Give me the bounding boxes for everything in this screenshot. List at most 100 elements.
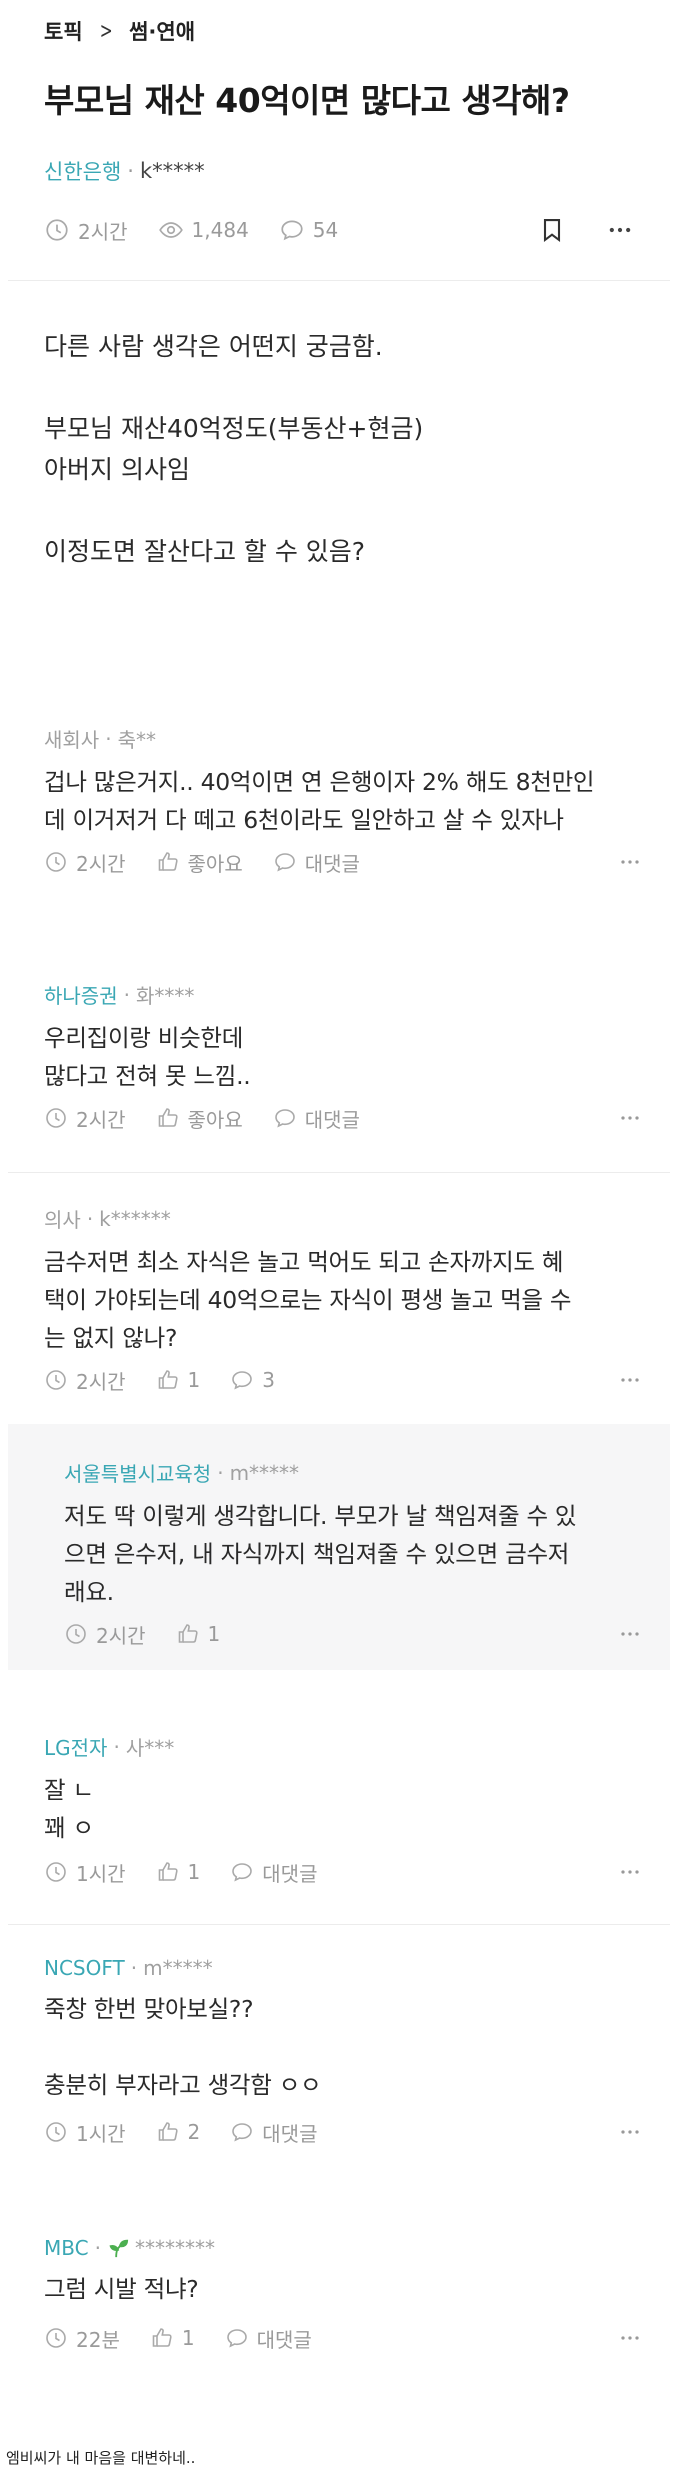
like-button[interactable]: 좋아요 <box>156 848 243 877</box>
like-label: 좋아요 <box>187 851 243 876</box>
speech-bubble-icon <box>281 220 303 241</box>
chevron-right-icon: > <box>99 18 113 44</box>
reply-label: 대댓글 <box>256 2327 312 2352</box>
reply-button[interactable]: 대댓글 <box>273 1104 360 1133</box>
comment-text-line: 는 없지 않나? <box>44 1324 178 1352</box>
clock-icon <box>46 219 68 241</box>
speech-bubble-icon <box>226 2329 247 2348</box>
like-button[interactable]: 1 <box>150 2326 195 2350</box>
comment-text: 금수저면 최소 자식은 놀고 먹어도 되고 손자까지도 혜 택이 가야되는데 4… <box>44 1243 644 1357</box>
post-body-line: 이정도면 잘산다고 할 수 있음? <box>44 537 366 566</box>
comment-author-company[interactable]: 의사 <box>44 1204 81 1233</box>
more-dots-icon <box>621 860 639 864</box>
clock-icon <box>46 1862 66 1882</box>
post-time: 2시간 <box>44 216 128 245</box>
comment-text-line: 충분히 부자라고 생각함 ㅇㅇ <box>44 2071 322 2099</box>
like-button[interactable]: 1 <box>156 1860 200 1884</box>
thumbs-up-icon <box>158 1862 178 1881</box>
reply-button[interactable]: 대댓글 <box>230 2118 317 2147</box>
reply-button[interactable]: 대댓글 <box>273 848 360 877</box>
eye-icon <box>158 222 183 238</box>
comment-item: 새회사 · 축** 겁나 많은거지.. 40억이면 연 은행이자 2% 해도 8… <box>44 724 644 876</box>
like-button[interactable]: 2 <box>156 2120 200 2144</box>
dot-separator: · <box>94 2236 101 2260</box>
comment-text-line: 죽창 한번 맞아보실?? <box>44 1995 254 2023</box>
more-dots-icon <box>621 2130 639 2134</box>
speech-bubble-icon <box>232 1863 253 1882</box>
comment-author: MBC · ******** <box>44 2236 644 2260</box>
comment-author-company[interactable]: LG전자 <box>44 1732 107 1761</box>
comment-time-text: 2시간 <box>96 1623 146 1648</box>
footer-caption: 엠비씨가 내 마음을 대변하네.. <box>6 2449 196 2467</box>
post-comments[interactable]: 54 <box>279 217 338 243</box>
comment-more-button[interactable] <box>616 848 644 881</box>
comment-time-text: 2시간 <box>76 1107 126 1132</box>
comment-more-button[interactable] <box>616 2324 644 2357</box>
clock-icon <box>46 1108 66 1128</box>
comment-text-line: 래요. <box>64 1578 114 1606</box>
reply-item: 서울특별시교육청 · m***** 저도 딱 이렇게 생각합니다. 부모가 날 … <box>64 1458 644 1648</box>
thumbs-up-icon <box>178 1624 198 1643</box>
comment-text: 그럼 시발 적냐? <box>44 2270 644 2308</box>
comment-author-nickname: 화**** <box>135 984 195 1008</box>
comment-author-company[interactable]: 새회사 <box>44 724 99 753</box>
reply-button[interactable]: 3 <box>230 1368 275 1392</box>
comment-time-text: 1시간 <box>76 1861 126 1886</box>
more-dots-icon <box>621 1378 639 1382</box>
breadcrumb-topic[interactable]: 토픽 <box>44 16 83 46</box>
comment-text-line: 으면 은수저, 내 자식까지 책임져줄 수 있으면 금수저 <box>64 1540 570 1568</box>
post-author-company[interactable]: 신한은행 <box>44 156 121 186</box>
post-author-nickname: k***** <box>139 159 205 183</box>
comment-text-line: 택이 가야되는데 40억으로는 자식이 평생 놀고 먹을 수 <box>44 1286 572 1314</box>
comment-text-line: 저도 딱 이렇게 생각합니다. 부모가 날 책임져줄 수 있 <box>64 1502 577 1530</box>
bookmark-icon[interactable] <box>538 216 566 244</box>
breadcrumb-category[interactable]: 썸·연애 <box>129 16 195 46</box>
more-dots-icon <box>621 1632 639 1636</box>
comment-author-company[interactable]: 하나증권 <box>44 980 118 1009</box>
comment-author-company[interactable]: NCSOFT <box>44 1956 125 1980</box>
post-views: 1,484 <box>158 217 249 243</box>
clock-icon <box>46 1370 66 1390</box>
clock-icon <box>46 852 66 872</box>
comment-author-nickname: 축** <box>117 728 156 752</box>
like-button[interactable]: 1 <box>156 1368 200 1392</box>
dot-separator: · <box>217 1460 224 1485</box>
like-button[interactable]: 좋아요 <box>156 1104 243 1133</box>
more-dots-icon[interactable] <box>606 216 634 244</box>
post-body-line: 다른 사람 생각은 어떤지 궁금함. <box>44 332 383 361</box>
comment-more-button[interactable] <box>616 2118 644 2151</box>
comment-author-company[interactable]: 서울특별시교육청 <box>64 1458 211 1487</box>
comment-more-button[interactable] <box>616 1104 644 1137</box>
comment-meta: 2시간 1 <box>64 1618 644 1650</box>
comment-item: NCSOFT · m***** 죽창 한번 맞아보실?? 충분히 부자라고 생각… <box>44 1956 644 2146</box>
comment-text-line: 겁나 많은거지.. 40억이면 연 은행이자 2% 해도 8천만인 <box>44 768 595 796</box>
comment-author-company[interactable]: MBC <box>44 2236 89 2260</box>
post-views-text: 1,484 <box>191 218 249 242</box>
comment-time: 2시간 <box>44 1366 126 1395</box>
reply-button[interactable]: 대댓글 <box>225 2324 312 2353</box>
comment-meta: 22분 1 대댓글 <box>44 2322 644 2354</box>
reply-button[interactable]: 대댓글 <box>230 1858 317 1887</box>
comment-time-text: 22분 <box>76 2327 120 2352</box>
thumbs-up-icon <box>152 2328 172 2347</box>
more-dots-icon <box>621 2336 639 2340</box>
clock-icon <box>46 2122 66 2142</box>
comment-author: 하나증권 · 화**** <box>44 980 644 1009</box>
comment-more-button[interactable] <box>616 1858 644 1891</box>
comment-meta: 1시간 2 대댓글 <box>44 2116 644 2148</box>
divider <box>8 280 670 281</box>
post-body-line: 아버지 의사임 <box>44 455 190 484</box>
speech-bubble-icon <box>274 1109 295 1128</box>
comment-more-button[interactable] <box>616 1366 644 1399</box>
comment-text: 저도 딱 이렇게 생각합니다. 부모가 날 책임져줄 수 있 으면 은수저, 내… <box>64 1497 644 1611</box>
comment-text-line: 많다고 전혀 못 느낌.. <box>44 1062 251 1090</box>
comment-author-nickname: ******** <box>134 2236 215 2260</box>
like-button[interactable]: 1 <box>176 1622 220 1646</box>
thumbs-up-icon <box>158 2122 178 2141</box>
comment-more-button[interactable] <box>616 1620 644 1653</box>
post-time-text: 2시간 <box>78 219 128 244</box>
like-count: 1 <box>181 2326 195 2350</box>
comment-item: MBC · ******** 그럼 시발 적냐? 22분 1 대댓글 <box>44 2236 644 2352</box>
reply-count: 3 <box>262 1368 275 1392</box>
comment-time: 22분 <box>44 2324 120 2353</box>
